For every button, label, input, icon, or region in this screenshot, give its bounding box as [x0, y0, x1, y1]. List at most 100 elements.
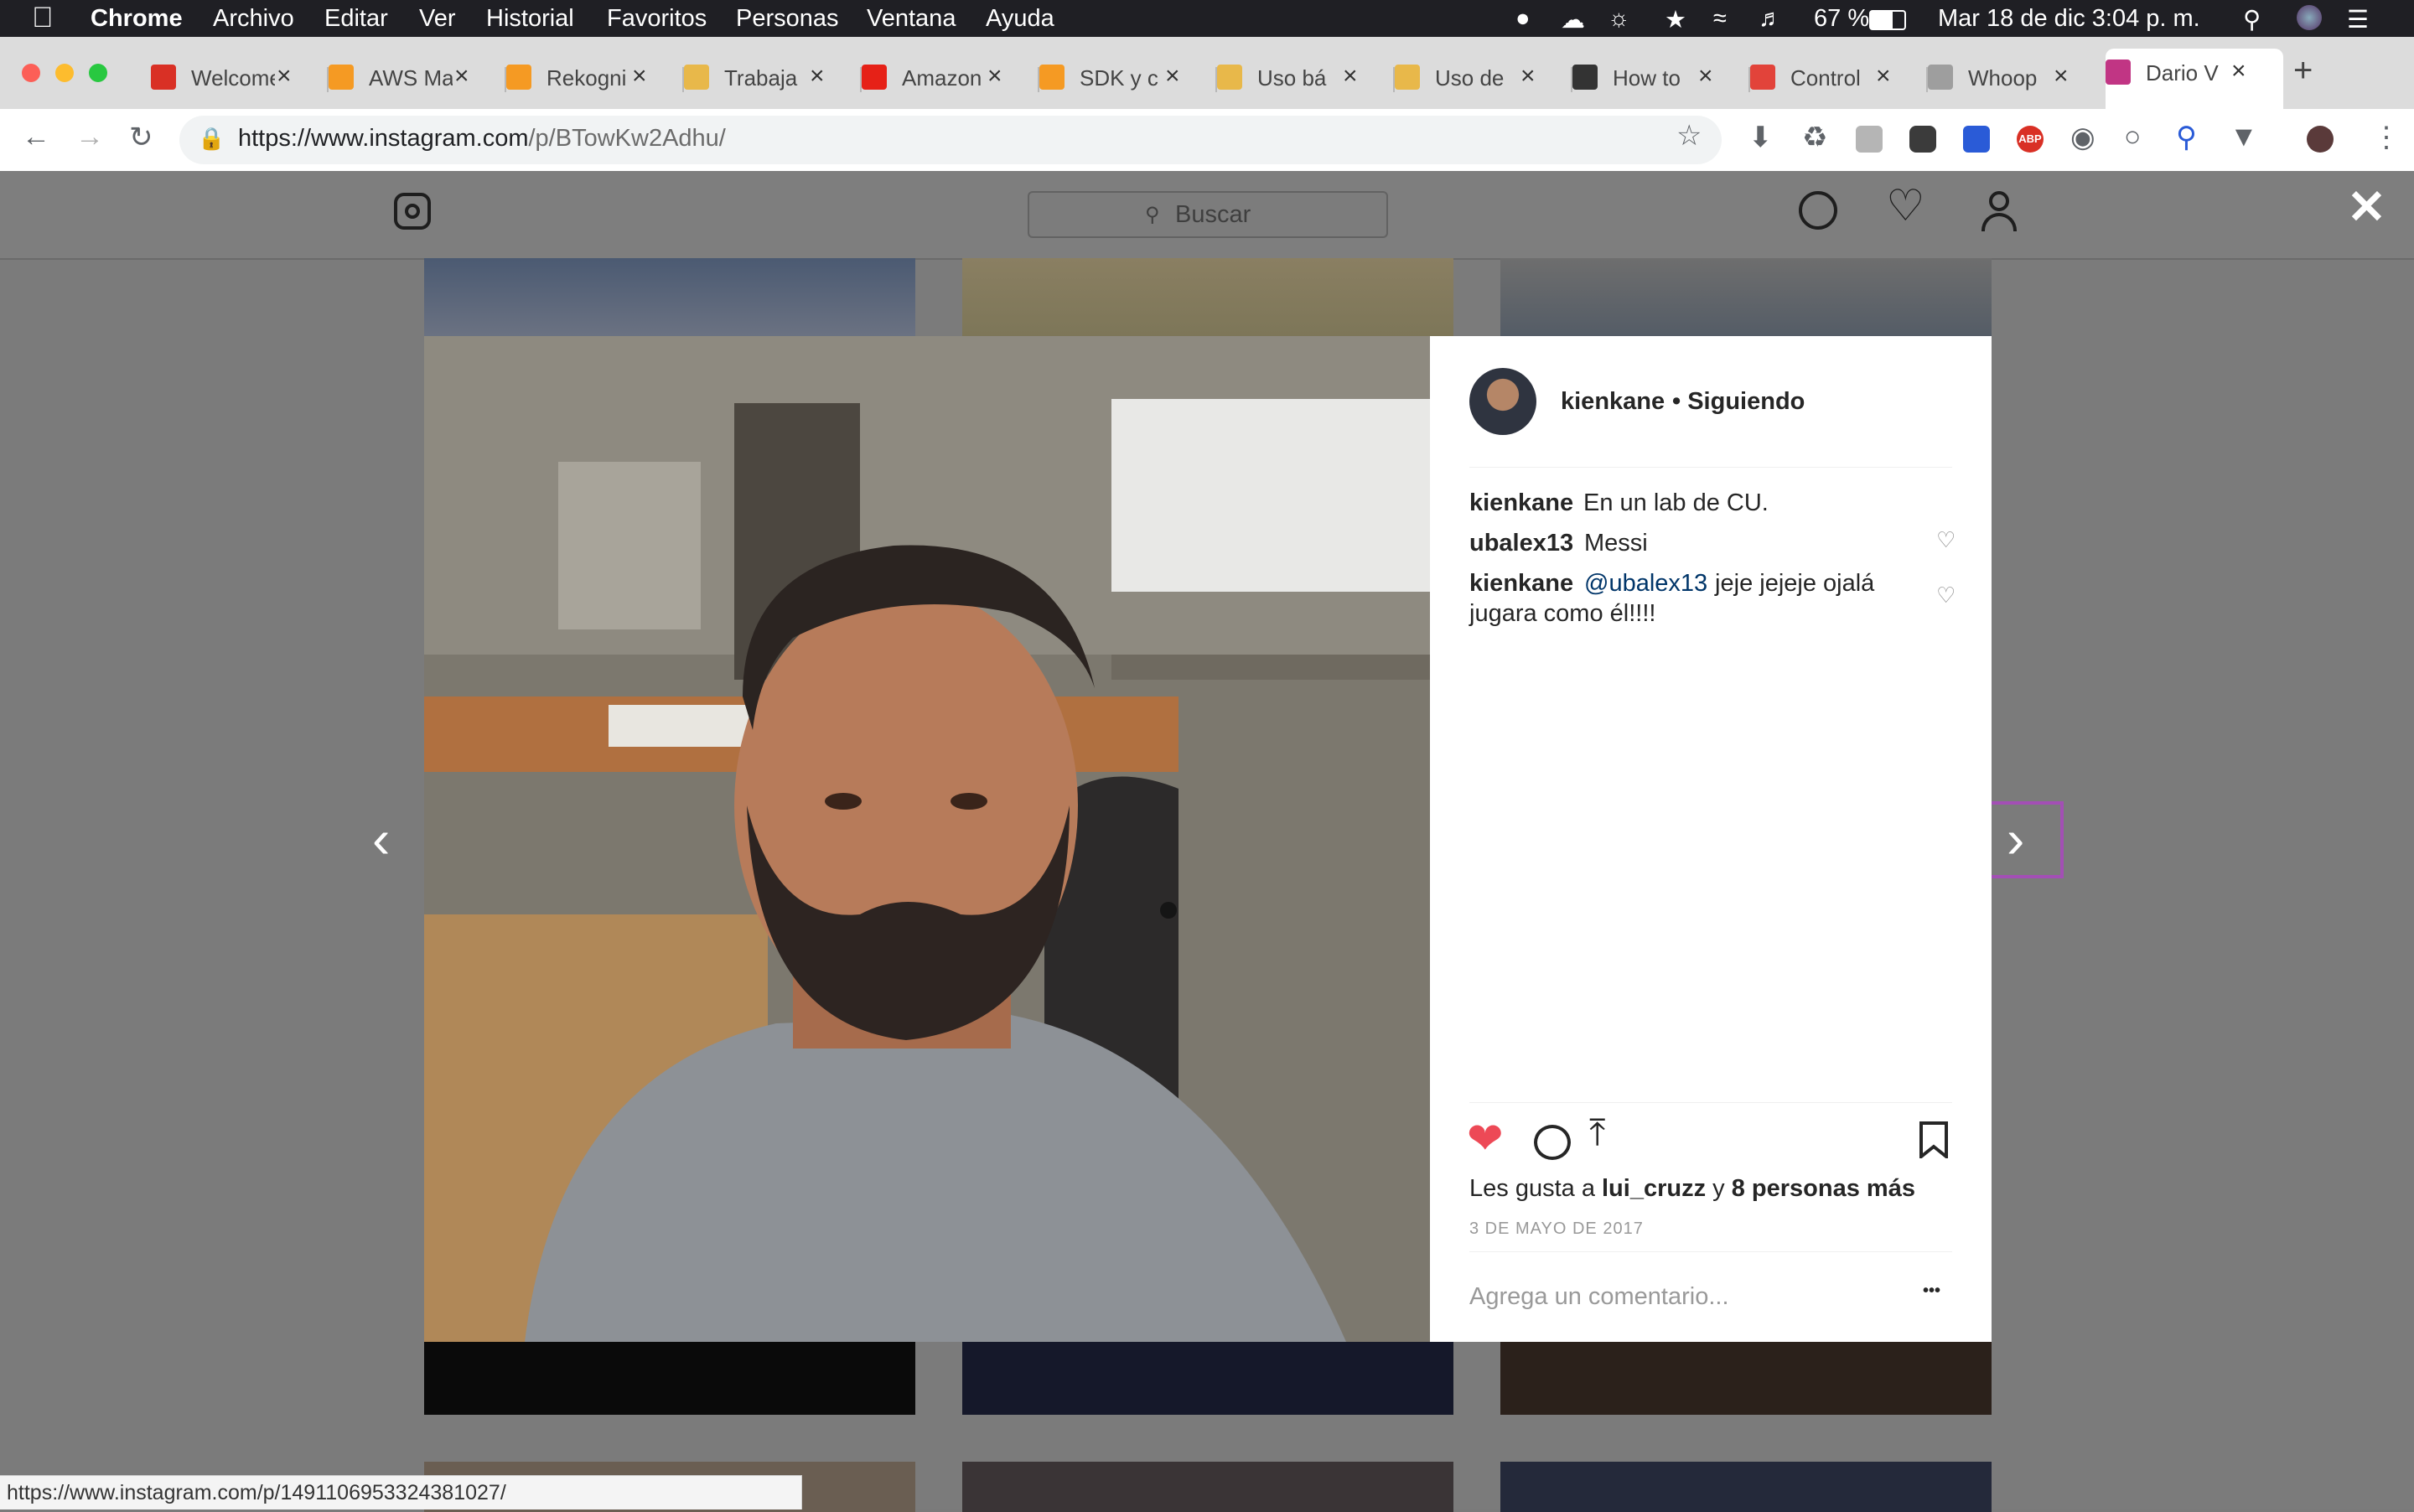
spotlight-search-icon[interactable]: ⚲	[2243, 5, 2261, 34]
battery-icon[interactable]	[1869, 10, 1906, 30]
zoom-window-button[interactable]	[89, 64, 107, 82]
search-input[interactable]: ⚲ Buscar	[1028, 191, 1388, 238]
back-arrow-icon[interactable]: ←	[22, 121, 50, 153]
grid-thumbnail[interactable]	[962, 1462, 1453, 1512]
save-bookmark-icon[interactable]	[1919, 1121, 1948, 1161]
comment-username[interactable]: ubalex13	[1469, 530, 1573, 557]
previous-post-chevron-icon[interactable]: ‹	[372, 808, 390, 870]
tab-close-icon[interactable]: ×	[1343, 62, 1358, 91]
menu-historial[interactable]: Historial	[486, 5, 574, 33]
grid-thumbnail[interactable]	[1500, 258, 1992, 337]
menu-archivo[interactable]: Archivo	[213, 5, 294, 33]
close-window-button[interactable]	[22, 64, 40, 82]
browser-tab[interactable]: Uso bá ×	[1217, 54, 1395, 102]
browser-tab[interactable]: Rekogni ×	[506, 54, 684, 102]
creative-cloud-icon[interactable]: ☁	[1561, 5, 1585, 34]
minimize-window-button[interactable]	[55, 64, 74, 82]
tab-close-icon[interactable]: ×	[277, 62, 292, 91]
weather-icon[interactable]: ☼	[1608, 5, 1630, 33]
comment-mention[interactable]: @ubalex13	[1584, 570, 1707, 598]
tab-close-icon[interactable]: ×	[632, 62, 647, 91]
download-arrow-icon[interactable]: ⬇	[1748, 121, 1773, 154]
more-options-icon[interactable]: •••	[1923, 1282, 1940, 1301]
clock[interactable]: Mar 18 de dic 3:04 p. m.	[1938, 5, 2200, 33]
tab-close-icon[interactable]: ×	[987, 62, 1002, 91]
tab-close-icon[interactable]: ×	[2054, 62, 2069, 91]
grid-thumbnail[interactable]	[962, 258, 1453, 337]
like-comment-heart-icon[interactable]: ♡	[1936, 583, 1956, 608]
browser-tab[interactable]: How to ×	[1572, 54, 1750, 102]
browser-tab[interactable]: Uso de ×	[1395, 54, 1572, 102]
map-pin-icon[interactable]: ◉	[2070, 121, 2095, 154]
like-comment-heart-icon[interactable]: ♡	[1936, 527, 1956, 553]
grid-thumbnail[interactable]	[1500, 1341, 1992, 1415]
grid-thumbnail[interactable]	[1500, 1462, 1992, 1512]
activity-heart-icon[interactable]: ♡	[1886, 181, 1925, 231]
grid-thumbnail[interactable]	[962, 1341, 1453, 1415]
post-photo[interactable]	[424, 336, 1430, 1342]
menu-favoritos[interactable]: Favoritos	[607, 5, 707, 33]
comment-username[interactable]: kienkane	[1469, 570, 1573, 598]
browser-tab[interactable]: Trabaja ×	[684, 54, 862, 102]
browser-tab[interactable]: Amazon ×	[862, 54, 1039, 102]
lock-icon[interactable]: 🔒	[198, 126, 225, 152]
bookmark-star-icon[interactable]: ☆	[1676, 119, 1702, 153]
apple-icon[interactable]: 	[32, 2, 54, 34]
menu-app-name[interactable]: Chrome	[91, 5, 183, 33]
close-modal-icon[interactable]: ✕	[2347, 179, 2386, 235]
browser-tab[interactable]: Welcome ×	[151, 54, 329, 102]
follow-status[interactable]: • Siguiendo	[1672, 388, 1805, 416]
profile-person-icon[interactable]	[1980, 191, 2018, 231]
tab-close-icon[interactable]: ×	[810, 62, 825, 91]
post-date[interactable]: 3 DE MAYO DE 2017	[1469, 1219, 1644, 1239]
forward-arrow-icon[interactable]: →	[75, 121, 104, 153]
grid-thumbnail[interactable]	[424, 258, 915, 337]
siri-icon[interactable]	[2297, 5, 2322, 30]
adblock-plus-icon[interactable]: ABP	[2017, 126, 2044, 153]
reload-icon[interactable]: ↻	[129, 121, 153, 154]
explore-compass-icon[interactable]	[1799, 191, 1837, 230]
browser-tab[interactable]: Whoop ×	[1928, 54, 2106, 102]
pocket-icon[interactable]	[1909, 126, 1936, 153]
browser-tab[interactable]: Control ×	[1750, 54, 1928, 102]
tab-close-icon[interactable]: ×	[1698, 62, 1713, 91]
grid-thumbnail[interactable]	[424, 1341, 915, 1415]
vue-devtools-icon[interactable]: ▼	[2230, 121, 2258, 153]
agent-icon[interactable]: ★	[1665, 5, 1686, 34]
likes-user-link[interactable]: lui_cruzz	[1602, 1175, 1706, 1202]
tab-close-icon[interactable]: ×	[1520, 62, 1536, 91]
chrome-menu-icon[interactable]: ⋮	[2372, 121, 2401, 154]
menu-personas[interactable]: Personas	[736, 5, 839, 33]
tab-close-icon[interactable]: ×	[2231, 57, 2246, 85]
add-comment-input[interactable]: Agrega un comentario...	[1469, 1283, 1729, 1311]
next-post-chevron-icon[interactable]: ›	[2007, 808, 2024, 870]
profile-avatar-icon[interactable]	[2307, 126, 2334, 153]
wifi-icon[interactable]: ≈	[1713, 5, 1727, 33]
tab-close-icon[interactable]: ×	[1876, 62, 1891, 91]
extension-blue-icon[interactable]	[1963, 126, 1990, 153]
comment-bubble-icon[interactable]	[1534, 1125, 1571, 1160]
evernote-icon[interactable]: ●	[1515, 5, 1531, 33]
tab-close-icon[interactable]: ×	[1165, 62, 1180, 91]
menu-ventana[interactable]: Ventana	[867, 5, 956, 33]
recycle-icon[interactable]: ♻	[1802, 121, 1827, 154]
tab-close-icon[interactable]: ×	[454, 62, 469, 91]
menu-editar[interactable]: Editar	[324, 5, 388, 33]
post-username[interactable]: kienkane	[1561, 388, 1665, 416]
likes-count-link[interactable]: 8 personas más	[1732, 1175, 1915, 1202]
comment-username[interactable]: kienkane	[1469, 489, 1573, 517]
notification-center-icon[interactable]: ☰	[2347, 5, 2369, 34]
instagram-logo-icon[interactable]	[394, 193, 431, 230]
liked-heart-icon[interactable]: ❤	[1467, 1117, 1504, 1161]
code-braces-icon[interactable]: ○	[2124, 121, 2142, 153]
menu-ayuda[interactable]: Ayuda	[986, 5, 1054, 33]
user-avatar[interactable]	[1469, 368, 1536, 435]
browser-tab[interactable]: AWS Ma ×	[329, 54, 506, 102]
magnifier-extension-icon[interactable]: ⚲	[2176, 121, 2197, 154]
share-icon[interactable]: ⤒	[1589, 1112, 1605, 1154]
camera-extension-icon[interactable]	[1856, 126, 1883, 153]
browser-tab[interactable]: SDK y c ×	[1039, 54, 1217, 102]
volume-icon[interactable]: ♬	[1759, 5, 1783, 33]
browser-tab[interactable]: Dario V ×	[2106, 49, 2283, 109]
url-text[interactable]: https://www.instagram.com/p/BTowKw2Adhu/	[238, 125, 726, 153]
